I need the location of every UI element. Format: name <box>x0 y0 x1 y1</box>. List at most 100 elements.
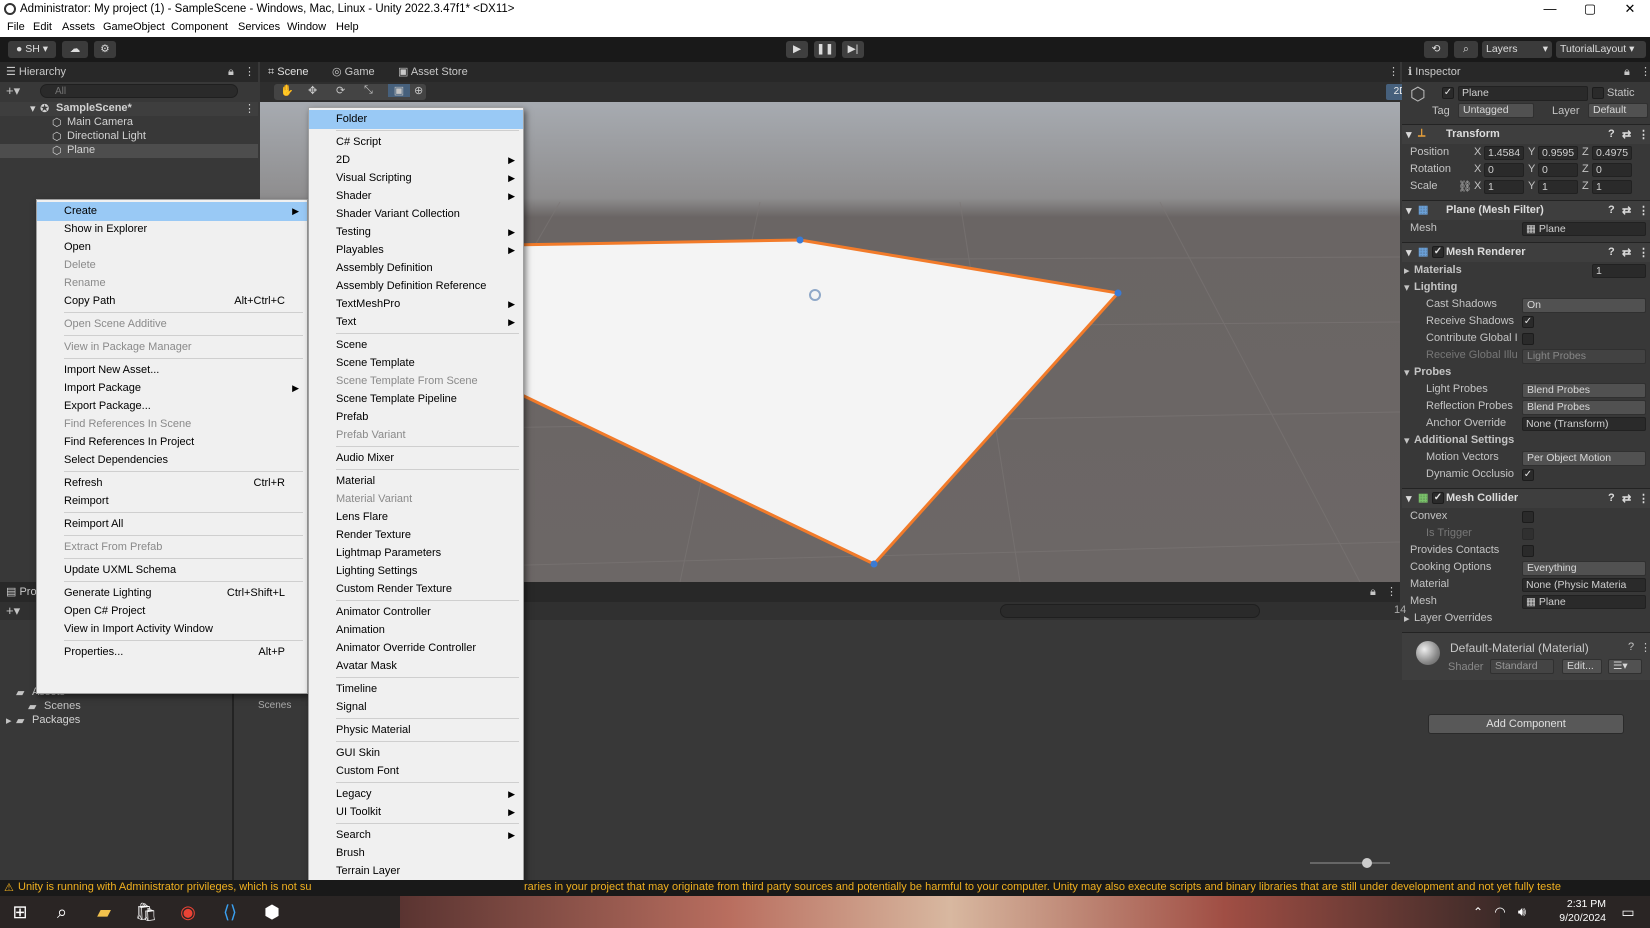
ctx-item-export-package[interactable]: Export Package... <box>37 397 307 416</box>
ctx-item-copy-path[interactable]: Copy Path Alt+Ctrl+C <box>37 292 307 311</box>
mesh-field[interactable]: ▦ Plane <box>1522 222 1646 236</box>
collider-mesh-field[interactable]: ▦ Plane <box>1522 595 1646 609</box>
rotate-tool-icon[interactable]: ⟳ <box>336 84 345 97</box>
lock-icon[interactable]: 🔒︎ <box>1624 62 1630 82</box>
create-item-testing[interactable]: Testing ▶ <box>309 223 523 242</box>
add-icon[interactable]: +▾ <box>6 603 20 619</box>
create-item-playables[interactable]: Playables ▶ <box>309 241 523 260</box>
collapse-arrow-icon[interactable]: ▾ <box>1406 204 1412 217</box>
collider-material-field[interactable]: None (Physic Materia <box>1522 578 1646 592</box>
hierarchy-search-input[interactable] <box>40 84 238 98</box>
scene-more-icon[interactable]: ⋮ <box>244 102 255 115</box>
cast-shadows-dropdown[interactable]: On <box>1522 298 1646 313</box>
layer-dropdown[interactable]: Default <box>1588 103 1648 118</box>
status-message-right[interactable]: raries in your project that may originat… <box>524 881 1561 893</box>
hierarchy-tab[interactable]: ☰ Hierarchy <box>6 62 66 82</box>
ctx-item-open[interactable]: Open <box>37 238 307 257</box>
layers-dropdown[interactable]: Layers ▾ <box>1482 41 1552 58</box>
probes-row[interactable]: ▾ Probes <box>1402 366 1650 382</box>
ctx-item-import-new-asset[interactable]: Import New Asset... <box>37 361 307 380</box>
scale-y-field[interactable]: 1 <box>1538 180 1578 194</box>
reflection-probes-dropdown[interactable]: Blend Probes <box>1522 400 1646 415</box>
create-item-visual-scripting[interactable]: Visual Scripting ▶ <box>309 169 523 188</box>
receive-shadows-checkbox[interactable]: ✓ <box>1522 316 1534 328</box>
volume-icon[interactable]: 🔊︎ <box>1510 900 1534 924</box>
tab-scene[interactable]: ⌗ Scene <box>268 62 308 82</box>
zoom-slider-thumb[interactable] <box>1362 858 1372 868</box>
menu-assets[interactable]: Assets <box>62 21 95 33</box>
vertex-handle[interactable] <box>796 236 804 244</box>
create-item-2d[interactable]: 2D ▶ <box>309 151 523 170</box>
menu-file[interactable]: File <box>7 21 25 33</box>
create-item-legacy[interactable]: Legacy ▶ <box>309 785 523 804</box>
help-icon[interactable]: ? <box>1608 492 1615 504</box>
lock-icon[interactable]: 🔒︎ <box>1370 582 1376 602</box>
ctx-item-reimport[interactable]: Reimport <box>37 492 307 511</box>
shader-options-icon[interactable]: ☰▾ <box>1608 659 1642 674</box>
add-icon[interactable]: +▾ <box>6 83 20 99</box>
contribute-gi-checkbox[interactable] <box>1522 333 1534 345</box>
material-more-icon[interactable]: ⋮ <box>1640 641 1650 654</box>
create-item-gui-skin[interactable]: GUI Skin <box>309 744 523 763</box>
preset-icon[interactable]: ⇄ <box>1622 204 1631 217</box>
tray-chevron-icon[interactable]: ⌃ <box>1466 900 1490 924</box>
position-z-field[interactable]: 0.4975 <box>1592 146 1632 160</box>
create-item-scene[interactable]: Scene <box>309 336 523 355</box>
menu-services[interactable]: Services <box>238 21 280 33</box>
folder-scenes[interactable]: ▰ Scenes <box>4 700 232 714</box>
ctx-item-refresh[interactable]: Refresh Ctrl+R <box>37 474 307 493</box>
layer-overrides-row[interactable]: ▸ Layer Overrides <box>1402 612 1650 628</box>
motion-vectors-dropdown[interactable]: Per Object Motion <box>1522 451 1646 466</box>
minimize-button[interactable]: — <box>1530 0 1570 19</box>
tag-dropdown[interactable]: Untagged <box>1458 103 1534 118</box>
create-item-material[interactable]: Material <box>309 472 523 491</box>
project-tab[interactable]: ▤ Pro <box>6 582 37 602</box>
ctx-item-import-package[interactable]: Import Package ▶ <box>37 379 307 398</box>
transform-tool-icon[interactable]: ⊕ <box>414 84 423 97</box>
rotation-x-field[interactable]: 0 <box>1484 163 1524 177</box>
start-icon[interactable]: ⊞ <box>8 900 32 924</box>
position-x-field[interactable]: 1.4584 <box>1484 146 1524 160</box>
hand-tool-icon[interactable]: ✋ <box>280 84 294 97</box>
materials-count-field[interactable]: 1 <box>1592 264 1646 278</box>
scene-more-icon[interactable]: ⋮ <box>1388 62 1399 82</box>
create-item-animation[interactable]: Animation <box>309 621 523 640</box>
create-item-custom-font[interactable]: Custom Font <box>309 762 523 781</box>
convex-checkbox[interactable] <box>1522 511 1534 523</box>
preset-icon[interactable]: ⇄ <box>1622 492 1631 505</box>
ctx-item-reimport-all[interactable]: Reimport All <box>37 515 307 534</box>
close-button[interactable]: ✕ <box>1610 0 1650 19</box>
store-icon[interactable]: 🛍︎ <box>134 900 158 924</box>
preset-icon[interactable]: ⇄ <box>1622 128 1631 141</box>
create-item-lens-flare[interactable]: Lens Flare <box>309 508 523 527</box>
create-item-audio-mixer[interactable]: Audio Mixer <box>309 449 523 468</box>
lock-icon[interactable]: 🔒︎ <box>228 62 234 82</box>
menu-component[interactable]: Component <box>171 21 228 33</box>
create-item-shader[interactable]: Shader ▶ <box>309 187 523 206</box>
zoom-slider[interactable] <box>1310 862 1390 864</box>
create-item-text[interactable]: Text ▶ <box>309 313 523 332</box>
help-icon[interactable]: ? <box>1628 641 1634 653</box>
clock-date[interactable]: 9/20/2024 <box>1536 912 1606 924</box>
move-tool-icon[interactable]: ✥ <box>308 84 317 97</box>
vertex-handle[interactable] <box>870 560 878 568</box>
expand-arrow-icon[interactable]: ▸ <box>6 714 12 727</box>
lighting-row[interactable]: ▾ Lighting <box>1402 281 1650 297</box>
scale-tool-icon[interactable]: ⤡ <box>364 84 373 97</box>
link-icon[interactable]: ⛓ <box>1458 180 1472 193</box>
notification-icon[interactable]: ▭ <box>1616 900 1640 924</box>
shader-edit-button[interactable]: Edit... <box>1562 659 1602 674</box>
transform-header[interactable]: ▾ ⟂ Transform ? ⇄ ⋮ <box>1402 124 1650 144</box>
help-icon[interactable]: ? <box>1608 246 1615 258</box>
anchor-override-field[interactable]: None (Transform) <box>1522 417 1646 431</box>
create-item-scene-template[interactable]: Scene Template <box>309 354 523 373</box>
create-item-c-script[interactable]: C# Script <box>309 133 523 152</box>
rotation-y-field[interactable]: 0 <box>1538 163 1578 177</box>
create-item-prefab[interactable]: Prefab <box>309 408 523 427</box>
shader-dropdown[interactable]: Standard <box>1490 659 1554 674</box>
ctx-item-create[interactable]: Create ▶ <box>37 202 307 221</box>
rotation-z-field[interactable]: 0 <box>1592 163 1632 177</box>
hierarchy-item[interactable]: ⬡ Directional Light <box>0 130 258 144</box>
create-item-search[interactable]: Search ▶ <box>309 826 523 845</box>
unity-hub-icon[interactable]: ⬢ <box>260 900 284 924</box>
